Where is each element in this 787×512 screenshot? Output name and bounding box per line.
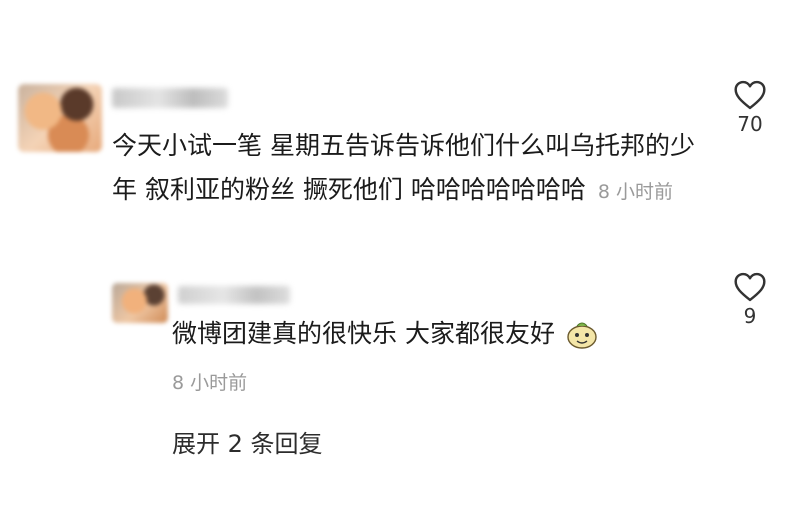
comment-body: 今天小试一笔 星期五告诉告诉他们什么叫乌托邦的少年 叙利亚的粉丝 撅死他们 哈哈…	[112, 124, 712, 214]
like-count: 9	[743, 304, 757, 328]
comment-timestamp: 8 小时前	[597, 181, 673, 203]
expand-replies-button[interactable]: 展开 2 条回复	[172, 424, 323, 459]
comment-like-button[interactable]: 70	[722, 80, 778, 136]
username-blurred[interactable]	[112, 88, 228, 108]
like-count: 70	[737, 112, 763, 136]
heart-outline-icon	[734, 80, 766, 110]
reply-avatar[interactable]	[112, 283, 168, 323]
reply-body: 微博团建真的很快乐 大家都很友好	[172, 314, 599, 354]
reply-like-button[interactable]: 9	[722, 272, 778, 328]
avatar[interactable]	[18, 84, 102, 152]
reply-username-blurred[interactable]	[178, 286, 290, 304]
reply-timestamp: 8 小时前	[172, 372, 248, 394]
heart-outline-icon	[734, 272, 766, 302]
reply-text: 微博团建真的很快乐 大家都很友好	[172, 319, 555, 348]
meme-face-icon	[567, 322, 597, 349]
